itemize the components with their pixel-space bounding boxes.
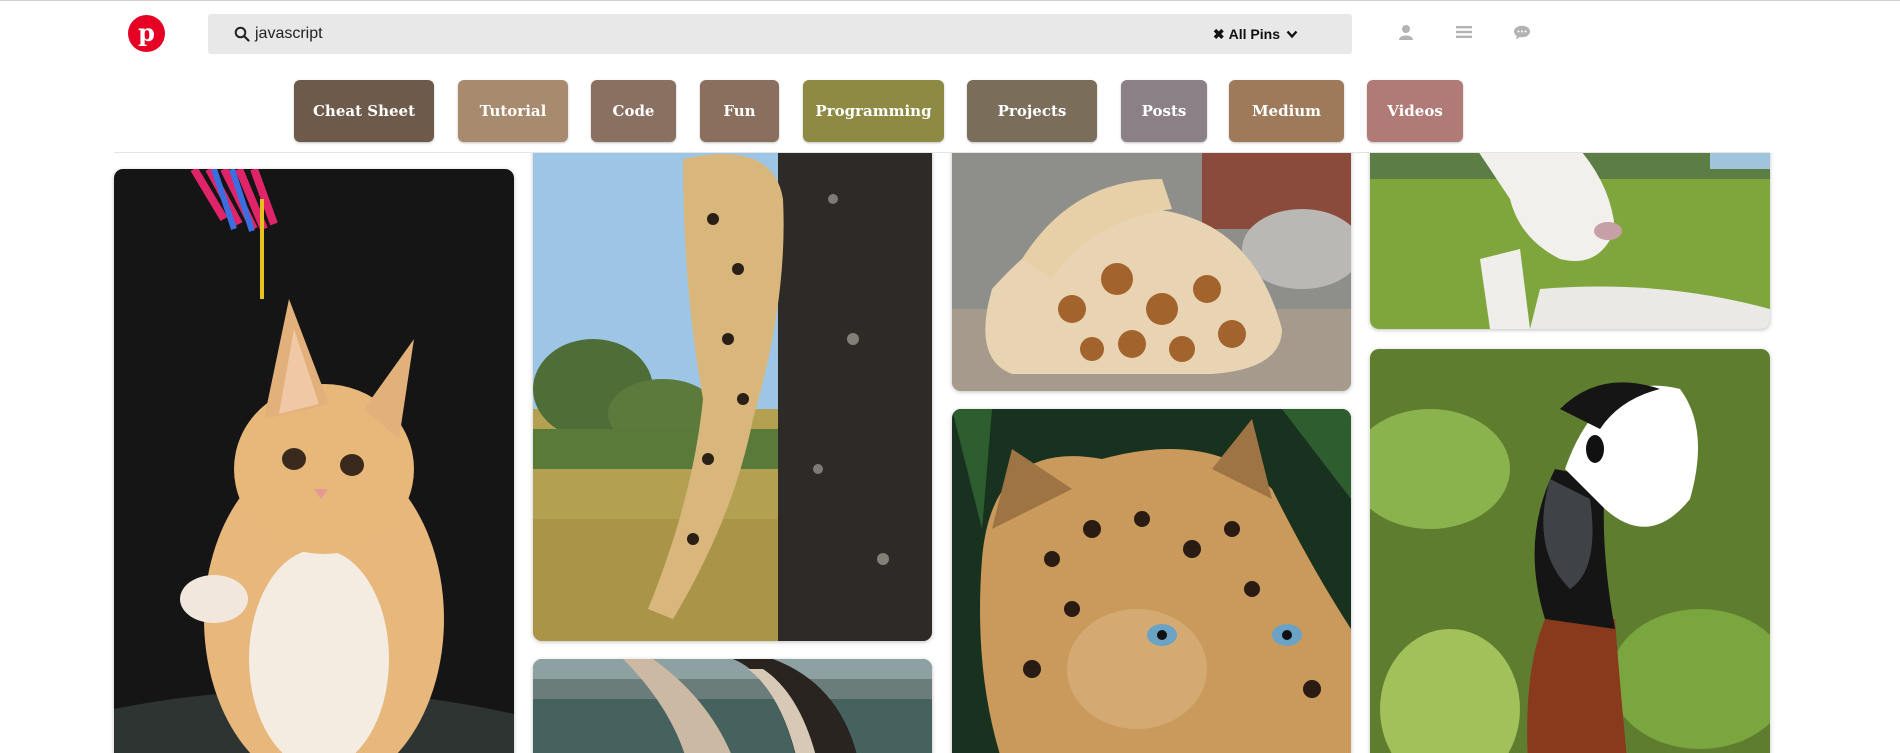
goose-image: [1370, 349, 1770, 753]
chevron-down-icon: [1286, 29, 1298, 39]
giraffe-image: [952, 153, 1351, 391]
category-projects[interactable]: Projects: [967, 80, 1097, 142]
pin-card[interactable]: [533, 659, 932, 753]
logo-letter: p: [138, 18, 155, 47]
pin-grid: [0, 153, 1900, 753]
leopard-face-image: [952, 409, 1351, 753]
pin-card[interactable]: [1370, 349, 1770, 753]
clear-icon[interactable]: ✖: [1213, 26, 1225, 43]
search-input[interactable]: javascript: [255, 25, 323, 43]
category-fun[interactable]: Fun: [700, 80, 779, 142]
pin-card[interactable]: [1370, 153, 1770, 329]
category-cheat-sheet[interactable]: Cheat Sheet: [294, 80, 434, 142]
category-label: Code: [612, 102, 655, 120]
search-bar[interactable]: javascript ✖ All Pins: [208, 14, 1352, 54]
category-videos[interactable]: Videos: [1367, 80, 1463, 142]
category-label: Programming: [815, 102, 932, 120]
pin-card[interactable]: [952, 409, 1351, 753]
category-tutorial[interactable]: Tutorial: [458, 80, 568, 142]
category-code[interactable]: Code: [591, 80, 676, 142]
category-programming[interactable]: Programming: [803, 80, 944, 142]
category-medium[interactable]: Medium: [1229, 80, 1344, 142]
zebra-ear-image: [533, 659, 932, 753]
category-label: Videos: [1387, 102, 1443, 120]
category-posts[interactable]: Posts: [1121, 80, 1207, 142]
nav-icons: [1395, 23, 1533, 41]
chat-icon[interactable]: [1511, 23, 1533, 41]
kitten-image: [114, 169, 514, 753]
pin-card[interactable]: [952, 153, 1351, 391]
pin-card[interactable]: [114, 169, 514, 753]
category-label: Medium: [1251, 102, 1322, 120]
pin-card[interactable]: [533, 153, 932, 641]
category-bar: Cheat Sheet Tutorial Code Fun Programmin…: [0, 80, 1900, 142]
category-label: Tutorial: [479, 102, 547, 120]
category-label: Projects: [997, 102, 1067, 120]
user-icon[interactable]: [1395, 23, 1417, 41]
pinterest-logo-icon[interactable]: p: [128, 15, 165, 52]
scope-label: All Pins: [1228, 26, 1280, 42]
all-pins-dropdown[interactable]: ✖ All Pins: [1213, 14, 1298, 54]
category-label: Cheat Sheet: [312, 102, 415, 120]
goat-image: [1370, 153, 1770, 329]
category-label: Fun: [723, 102, 756, 120]
menu-icon[interactable]: [1453, 23, 1475, 41]
search-icon[interactable]: [234, 26, 250, 42]
top-bar: p javascript ✖ All Pins: [0, 1, 1900, 65]
leopard-climbing-image: [533, 153, 932, 641]
category-label: Posts: [1141, 102, 1187, 120]
